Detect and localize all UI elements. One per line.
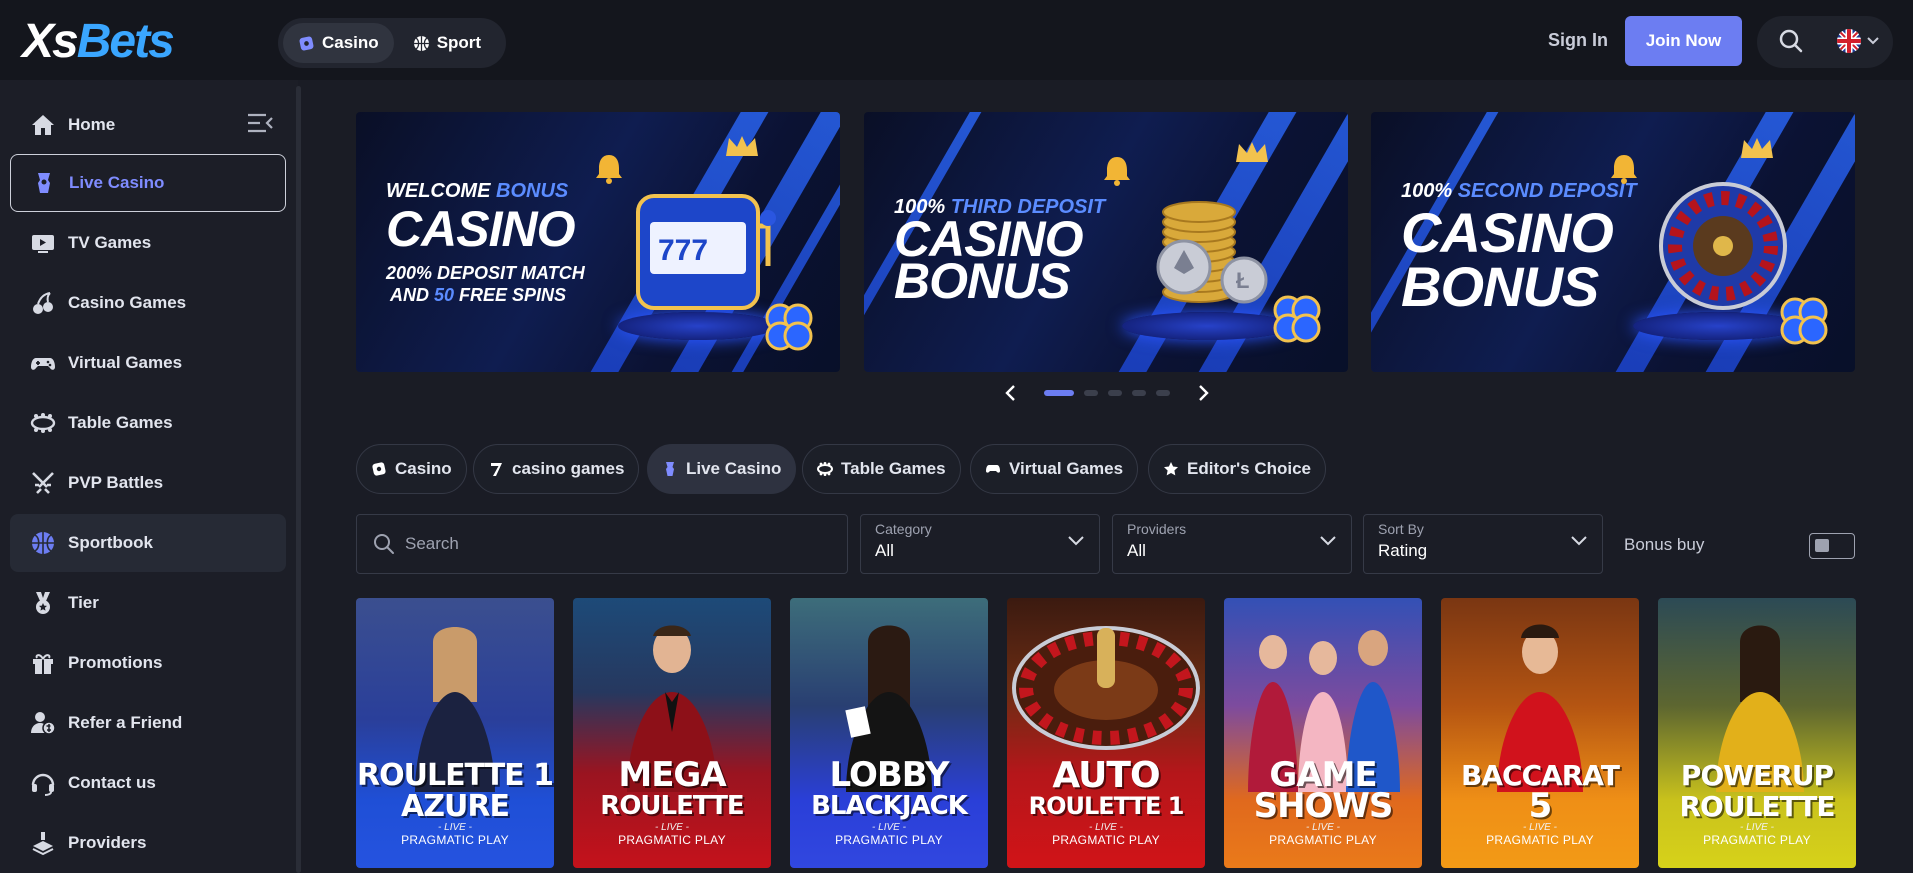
basketball-icon (413, 35, 429, 51)
svg-text:Ł: Ł (1236, 268, 1249, 293)
tab-casino[interactable]: Casino (356, 444, 467, 494)
sidebar-item-live-casino[interactable]: Live Casino (10, 154, 286, 212)
clover-icon (1273, 295, 1321, 343)
sidebar-item-providers[interactable]: Providers (10, 814, 286, 872)
gamepad-icon (31, 358, 55, 370)
providers-icon (32, 832, 54, 856)
sidebar-item-tv-games[interactable]: TV Games (10, 214, 286, 272)
clover-icon (765, 303, 813, 351)
carousel-nav (1004, 384, 1210, 402)
seven-icon (491, 463, 502, 476)
tv-icon (32, 235, 54, 253)
game-card-roulette-azure[interactable]: ROULETTE 1 AZURE - LIVE - PRAGMATIC PLAY (356, 598, 554, 868)
search-icon[interactable] (1778, 28, 1804, 59)
live-casino-icon (38, 173, 50, 193)
tab-live-casino[interactable]: Live Casino (647, 444, 797, 494)
chevron-down-icon (1571, 536, 1587, 546)
coins-icon: Ł (1156, 201, 1268, 304)
home-icon (32, 115, 54, 135)
language-selector[interactable] (1836, 28, 1880, 54)
sidebar-item-tier[interactable]: Tier (10, 574, 286, 632)
chevron-down-icon (1068, 536, 1084, 546)
sidebar-item-casino-games[interactable]: Casino Games (10, 274, 286, 332)
crown-icon (1741, 138, 1773, 158)
svg-text:777: 777 (658, 234, 708, 267)
bell-icon (1611, 155, 1637, 184)
search-icon (374, 534, 394, 554)
refer-icon (31, 712, 56, 735)
promo-banner-second-deposit[interactable]: 100% SECOND DEPOSIT CASINO BONUS (1371, 112, 1855, 372)
bell-icon (1104, 157, 1130, 186)
gamepad-icon (986, 465, 1000, 473)
carousel-dot[interactable] (1132, 390, 1146, 396)
tab-casino-games[interactable]: casino games (473, 444, 640, 494)
medal-icon (36, 592, 50, 614)
game-card-auto-roulette[interactable]: AUTO ROULETTE 1 - LIVE - PRAGMATIC PLAY (1007, 598, 1205, 868)
casino-chip-icon (299, 36, 314, 50)
sidebar-scrollbar[interactable] (296, 86, 301, 873)
game-card-powerup-roulette[interactable]: POWERUP ROULETTE - LIVE - PRAGMATIC PLAY (1658, 598, 1856, 868)
chevron-right-icon[interactable] (1196, 384, 1210, 402)
table-icon (817, 462, 833, 476)
top-header: XsBets Casino Sport Sign In Join Now (0, 0, 1913, 80)
sidebar-item-table-games[interactable]: Table Games (10, 394, 286, 452)
promo-banner-third-deposit[interactable]: 100% THIRD DEPOSIT CASINO BONUS Ł (864, 112, 1348, 372)
crown-icon (1236, 142, 1268, 162)
search-input[interactable] (405, 534, 805, 554)
tab-editors-choice[interactable]: Editor's Choice (1148, 444, 1327, 494)
game-card-game-shows[interactable]: GAME SHOWS - LIVE - PRAGMATIC PLAY (1224, 598, 1422, 868)
star-icon (1164, 462, 1178, 476)
bonus-buy-toggle[interactable] (1809, 533, 1855, 559)
mode-casino-button[interactable]: Casino (283, 23, 394, 63)
uk-flag-icon (1837, 29, 1861, 53)
game-card-mega-roulette[interactable]: MEGA ROULETTE - LIVE - PRAGMATIC PLAY (573, 598, 771, 868)
sidebar-item-virtual-games[interactable]: Virtual Games (10, 334, 286, 392)
crossed-swords-icon (32, 472, 54, 494)
game-card-baccarat-5[interactable]: BACCARAT 5 - LIVE - PRAGMATIC PLAY (1441, 598, 1639, 868)
carousel-dot[interactable] (1108, 390, 1122, 396)
bell-icon (596, 155, 622, 184)
chevron-left-icon[interactable] (1004, 384, 1018, 402)
cherries-icon (33, 292, 53, 314)
tab-virtual-games[interactable]: Virtual Games (970, 444, 1139, 494)
join-now-button[interactable]: Join Now (1625, 16, 1742, 66)
site-logo[interactable]: XsBets (22, 14, 175, 69)
live-casino-icon (666, 462, 674, 476)
slot-machine-icon: 777 (636, 194, 776, 310)
promo-banner-welcome[interactable]: WELCOME BONUS CASINO 200% DEPOSIT MATCH … (356, 112, 840, 372)
sidebar-item-sportbook[interactable]: Sportbook (10, 514, 286, 572)
gift-icon (33, 654, 53, 674)
casino-chip-icon (372, 462, 386, 476)
category-select[interactable]: Category All (860, 514, 1100, 574)
headset-icon (31, 773, 55, 796)
sign-in-link[interactable]: Sign In (1548, 30, 1608, 51)
carousel-dot[interactable] (1156, 390, 1170, 396)
game-card-lobby-blackjack[interactable]: LOBBY BLACKJACK - LIVE - PRAGMATIC PLAY (790, 598, 988, 868)
tab-table-games[interactable]: Table Games (802, 444, 961, 494)
sidebar-item-contact-us[interactable]: Contact us (10, 754, 286, 812)
providers-select[interactable]: Providers All (1112, 514, 1352, 574)
sort-by-select[interactable]: Sort By Rating (1363, 514, 1603, 574)
mode-switch: Casino Sport (278, 18, 506, 68)
crown-icon (726, 136, 758, 156)
carousel-dot[interactable] (1044, 390, 1074, 396)
sidebar-item-refer-a-friend[interactable]: Refer a Friend (10, 694, 286, 752)
clover-icon (1780, 297, 1828, 345)
carousel-dot[interactable] (1084, 390, 1098, 396)
table-icon (30, 413, 56, 433)
basketball-icon (32, 532, 54, 554)
chevron-down-icon (1320, 536, 1336, 546)
sidebar-item-home[interactable]: Home (10, 96, 286, 154)
sidebar-item-promotions[interactable]: Promotions (10, 634, 286, 692)
mode-sport-button[interactable]: Sport (398, 23, 496, 63)
chevron-down-icon (1867, 37, 1879, 45)
sidebar-item-pvp-battles[interactable]: PVP Battles (10, 454, 286, 512)
game-search-field[interactable] (356, 514, 848, 574)
bonus-buy-label: Bonus buy (1624, 535, 1705, 554)
